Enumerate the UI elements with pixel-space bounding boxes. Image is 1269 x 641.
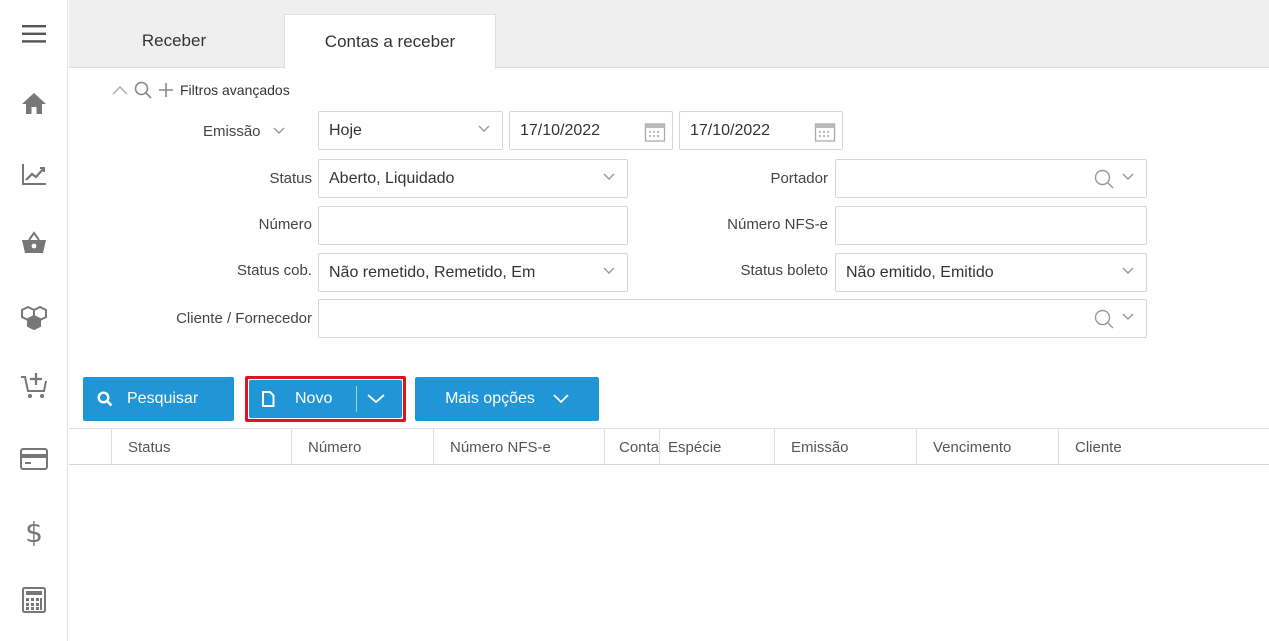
calendar-icon[interactable] [814, 121, 836, 143]
tab-label-text: Contas a receber [324, 32, 456, 51]
column-header-label: Vencimento [933, 438, 1012, 456]
search-icon [97, 391, 113, 407]
tab-receber[interactable]: Receber [109, 14, 239, 68]
column-header-label: Status [128, 438, 171, 456]
search-icon[interactable] [1094, 309, 1114, 329]
hamburger-menu-icon[interactable] [0, 12, 68, 56]
search-icon[interactable] [1094, 169, 1114, 189]
chevron-down-icon [603, 267, 615, 274]
new-button-label: Novo [295, 390, 333, 407]
column-header-label: Emissão [791, 438, 849, 456]
status-cob-select[interactable]: Não remetido, Remetido, Em [318, 253, 628, 292]
svg-text:$: $ [25, 517, 43, 547]
chevron-down-icon [1122, 267, 1134, 274]
dollar-icon[interactable]: $ [0, 510, 68, 554]
chevron-down-icon[interactable] [367, 394, 385, 404]
column-header-label: Número NFS-e [450, 438, 551, 456]
portador-field[interactable] [835, 159, 1147, 198]
status-boleto-value: Não emitido, Emitido [846, 263, 994, 281]
sidebar: $ [0, 0, 68, 641]
column-header-emissao[interactable]: Emissão [774, 429, 916, 465]
basket-icon[interactable] [0, 220, 68, 264]
split-divider [356, 386, 357, 412]
search-button-label: Pesquisar [127, 390, 199, 407]
date-from-field[interactable]: 17/10/2022 [509, 111, 673, 150]
column-header-label: Espécie [668, 438, 722, 456]
status-boleto-label: Status boleto [740, 262, 828, 279]
date-to-value: 17/10/2022 [690, 121, 771, 139]
chevron-down-icon[interactable] [1122, 313, 1134, 321]
column-header-status[interactable]: Status [111, 429, 291, 465]
status-cob-value: Não remetido, Remetido, Em [329, 263, 536, 281]
emissao-period-value: Hoje [329, 121, 362, 139]
numero-nfse-label: Número NFS-e [727, 216, 828, 233]
chevron-down-icon[interactable] [1122, 173, 1134, 181]
chevron-down-icon [553, 394, 569, 404]
column-header-conta[interactable]: Conta [604, 429, 659, 465]
select-column-header[interactable] [69, 429, 111, 465]
tab-label: Receber [141, 31, 207, 50]
status-boleto-select[interactable]: Não emitido, Emitido [835, 253, 1147, 292]
new-button[interactable]: Novo [249, 380, 402, 418]
column-header-label: Conta [619, 438, 659, 456]
date-to-field[interactable]: 17/10/2022 [679, 111, 843, 150]
emissao-dropdown[interactable]: Emissão [203, 120, 285, 142]
table-header: Status Número Número NFS-e Conta Espécie… [69, 428, 1269, 465]
boxes-icon[interactable] [0, 296, 68, 340]
calculator-icon[interactable] [0, 578, 68, 622]
chevron-down-icon [478, 125, 490, 132]
status-select[interactable]: Aberto, Liquidado [318, 159, 628, 198]
numero-nfse-input[interactable] [835, 206, 1147, 245]
status-cob-label: Status cob. [236, 262, 312, 279]
cliente-fornecedor-field[interactable] [318, 299, 1147, 338]
cart-add-icon[interactable] [0, 363, 68, 407]
chevron-up-icon[interactable] [112, 85, 128, 95]
more-options-button[interactable]: Mais opções [415, 377, 599, 421]
cliente-fornecedor-label: Cliente / Fornecedor [176, 310, 312, 327]
chevron-down-icon [273, 127, 285, 134]
column-header-numero-nfse[interactable]: Número NFS-e [433, 429, 604, 465]
status-value: Aberto, Liquidado [329, 169, 455, 187]
plus-icon[interactable] [158, 82, 174, 98]
portador-label: Portador [770, 170, 828, 187]
emissao-label: Emissão [203, 122, 261, 140]
search-icon[interactable] [134, 81, 152, 99]
document-icon [262, 391, 275, 407]
emissao-period-select[interactable]: Hoje [318, 111, 503, 150]
tab-bar: Receber Contas a receber [69, 0, 1269, 69]
date-from-value: 17/10/2022 [520, 121, 601, 139]
column-header-numero[interactable]: Número [291, 429, 433, 465]
chart-line-icon[interactable] [0, 152, 68, 196]
credit-card-icon[interactable] [0, 437, 68, 481]
search-button[interactable]: Pesquisar [83, 377, 234, 421]
status-label: Status [269, 170, 312, 187]
column-header-cliente[interactable]: Cliente [1058, 429, 1269, 465]
calendar-icon[interactable] [644, 121, 666, 143]
tab-contas-a-receber[interactable]: Contas a receber [284, 14, 496, 69]
chevron-down-icon [603, 173, 615, 180]
advanced-filters-label: Filtros avançados [180, 82, 290, 98]
tab-label: Contas a receber [325, 32, 455, 52]
more-options-label: Mais opções [445, 390, 535, 407]
column-header-especie[interactable]: Espécie [659, 429, 774, 465]
column-header-label: Cliente [1075, 438, 1122, 456]
numero-input[interactable] [318, 206, 628, 245]
column-header-label: Número [308, 438, 362, 456]
advanced-filters-toggle[interactable]: Filtros avançados [112, 78, 290, 102]
numero-label: Número [258, 216, 312, 233]
home-icon[interactable] [0, 81, 68, 125]
column-header-vencimento[interactable]: Vencimento [916, 429, 1058, 465]
